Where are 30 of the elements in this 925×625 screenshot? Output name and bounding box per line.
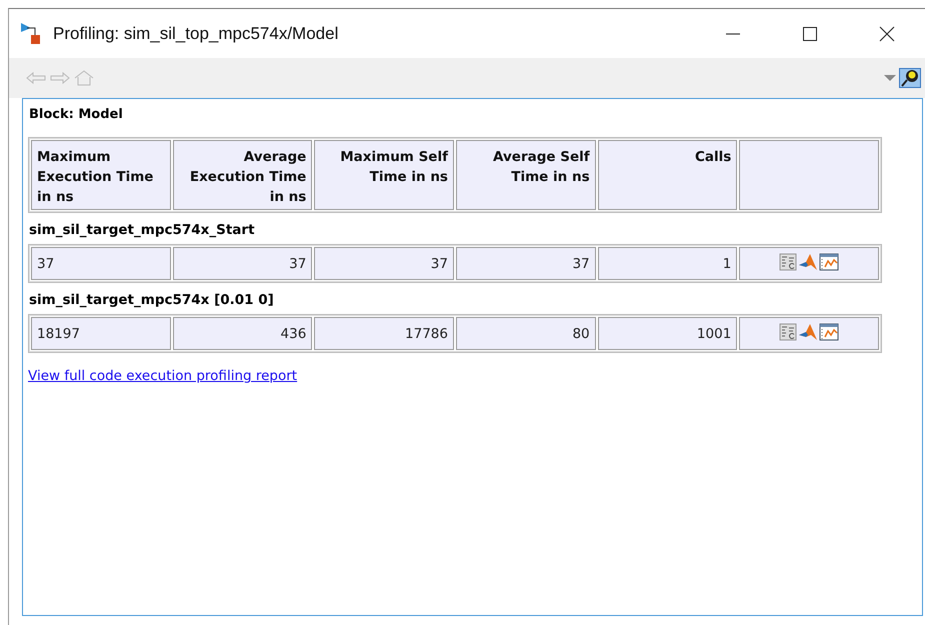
peak-icon[interactable] bbox=[798, 322, 818, 340]
code-icon[interactable] bbox=[779, 252, 798, 270]
table-cell: 37 bbox=[172, 247, 312, 280]
chart-icon[interactable] bbox=[819, 252, 840, 270]
column-header: Average Execution Time in ns bbox=[172, 140, 312, 210]
block-label: Block: Model bbox=[29, 107, 124, 122]
table-cell: 1 bbox=[598, 247, 738, 280]
table-cell: 80 bbox=[456, 317, 596, 350]
table-cell: 17786 bbox=[314, 317, 454, 350]
table-cell: 37 bbox=[31, 247, 171, 280]
column-header: Maximum Execution Time in ns bbox=[31, 140, 171, 210]
table-cell: 37 bbox=[456, 247, 596, 280]
report-link[interactable]: View full code execution profiling report bbox=[28, 368, 298, 384]
column-header: Average Self Time in ns bbox=[456, 140, 596, 210]
window-title: Profiling: sim_sil_top_mpc574x/Model bbox=[53, 24, 338, 44]
code-icon[interactable] bbox=[779, 322, 798, 340]
section-title: sim_sil_target_mpc574x_Start bbox=[29, 222, 256, 238]
table-cell: 37 bbox=[314, 247, 454, 280]
dropdown-arrow-icon[interactable] bbox=[883, 73, 897, 83]
chart-icon[interactable] bbox=[819, 322, 840, 340]
maximize-icon bbox=[802, 26, 818, 42]
table-cell: 1001 bbox=[598, 317, 738, 350]
section-title: sim_sil_target_mpc574x [0.01 0] bbox=[29, 292, 275, 308]
column-header: Maximum Self Time in ns bbox=[314, 140, 454, 210]
column-header: Calls bbox=[598, 140, 738, 210]
table-cell: 18197 bbox=[31, 317, 171, 350]
minimize-icon bbox=[726, 32, 740, 34]
table-cell: 436 bbox=[172, 317, 312, 350]
close-icon bbox=[878, 26, 894, 42]
peak-icon[interactable] bbox=[798, 252, 818, 270]
